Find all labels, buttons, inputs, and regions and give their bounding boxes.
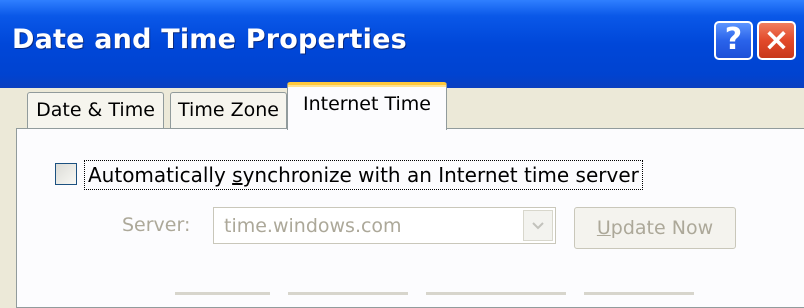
server-value: time.windows.com <box>224 215 402 237</box>
server-label: Server: <box>122 214 191 236</box>
tab-date-and-time[interactable]: Date & Time <box>27 92 164 128</box>
tab-time-zone[interactable]: Time Zone <box>170 92 287 128</box>
chevron-down-icon <box>532 222 544 230</box>
active-tab-joint <box>288 127 446 130</box>
title-bar[interactable]: Date and Time Properties ? × <box>0 0 804 89</box>
sync-label-part1: Automatically <box>88 163 233 187</box>
sync-label-accesskey: s <box>232 163 243 187</box>
sync-checkbox[interactable] <box>55 163 77 185</box>
help-button[interactable]: ? <box>714 21 753 60</box>
sync-checkbox-label[interactable]: Automatically synchronize with an Intern… <box>84 160 643 190</box>
update-label-rest: pdate Now <box>610 217 714 239</box>
update-now-button[interactable]: Update Now <box>574 207 736 249</box>
close-button[interactable]: × <box>757 21 796 60</box>
cut-off-text-line <box>175 292 735 302</box>
window-title: Date and Time Properties <box>12 24 407 55</box>
server-combobox[interactable]: time.windows.com <box>213 207 556 244</box>
sync-label-part2: ynchronize with an Internet time server <box>242 163 639 187</box>
server-dropdown-button[interactable] <box>523 210 553 241</box>
tab-internet-time[interactable]: Internet Time <box>287 82 447 130</box>
update-accesskey: U <box>596 217 611 239</box>
